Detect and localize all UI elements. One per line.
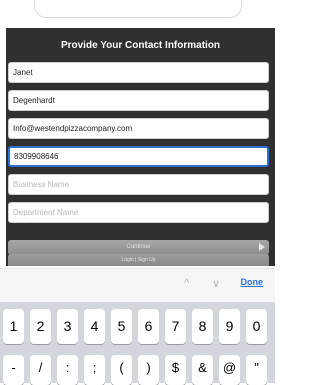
key-0[interactable]: 0 [246,309,267,344]
business-name-field[interactable] [8,174,269,195]
numeric-keyboard: 1 2 3 4 5 6 7 8 9 0 - / : ; ( ) $ & @ " [0,302,275,385]
form-heading: Provide Your Contact Information [60,40,221,51]
key-ampersand[interactable]: & [192,355,213,385]
key-1[interactable]: 1 [3,309,24,344]
key-quote[interactable]: " [246,355,267,385]
key-slash[interactable]: / [30,355,51,385]
key-9[interactable]: 9 [219,309,240,344]
key-7[interactable]: 7 [165,309,186,344]
arrow-right-icon [259,243,265,251]
key-3[interactable]: 3 [57,309,78,344]
key-2[interactable]: 2 [30,309,51,344]
next-field-icon[interactable]: ∨ [212,277,220,290]
key-open-paren[interactable]: ( [111,355,132,385]
previous-card [34,0,242,18]
continue-label: Continue [126,244,151,250]
last-name-field[interactable] [8,90,269,111]
department-name-field[interactable] [8,202,269,223]
first-name-field[interactable] [8,62,269,83]
key-5[interactable]: 5 [111,309,132,344]
key-close-paren[interactable]: ) [138,355,159,385]
contact-form-panel: Provide Your Contact Information Continu… [6,28,275,268]
key-at[interactable]: @ [219,355,240,385]
key-semicolon[interactable]: ; [84,355,105,385]
login-signup-button[interactable]: Login | Sign Up [8,254,269,266]
key-hyphen[interactable]: - [3,355,24,385]
key-8[interactable]: 8 [192,309,213,344]
email-field[interactable] [8,118,269,139]
key-4[interactable]: 4 [84,309,105,344]
key-6[interactable]: 6 [138,309,159,344]
continue-button[interactable]: Continue [8,240,269,255]
previous-field-icon[interactable]: ^ [184,277,189,289]
login-signup-label: Login | Sign Up [121,257,156,263]
done-button[interactable]: Done [241,277,264,287]
keyboard-accessory-bar: ^ ∨ Done [0,268,275,303]
key-colon[interactable]: : [57,355,78,385]
phone-field[interactable] [8,146,269,167]
key-dollar[interactable]: $ [165,355,186,385]
